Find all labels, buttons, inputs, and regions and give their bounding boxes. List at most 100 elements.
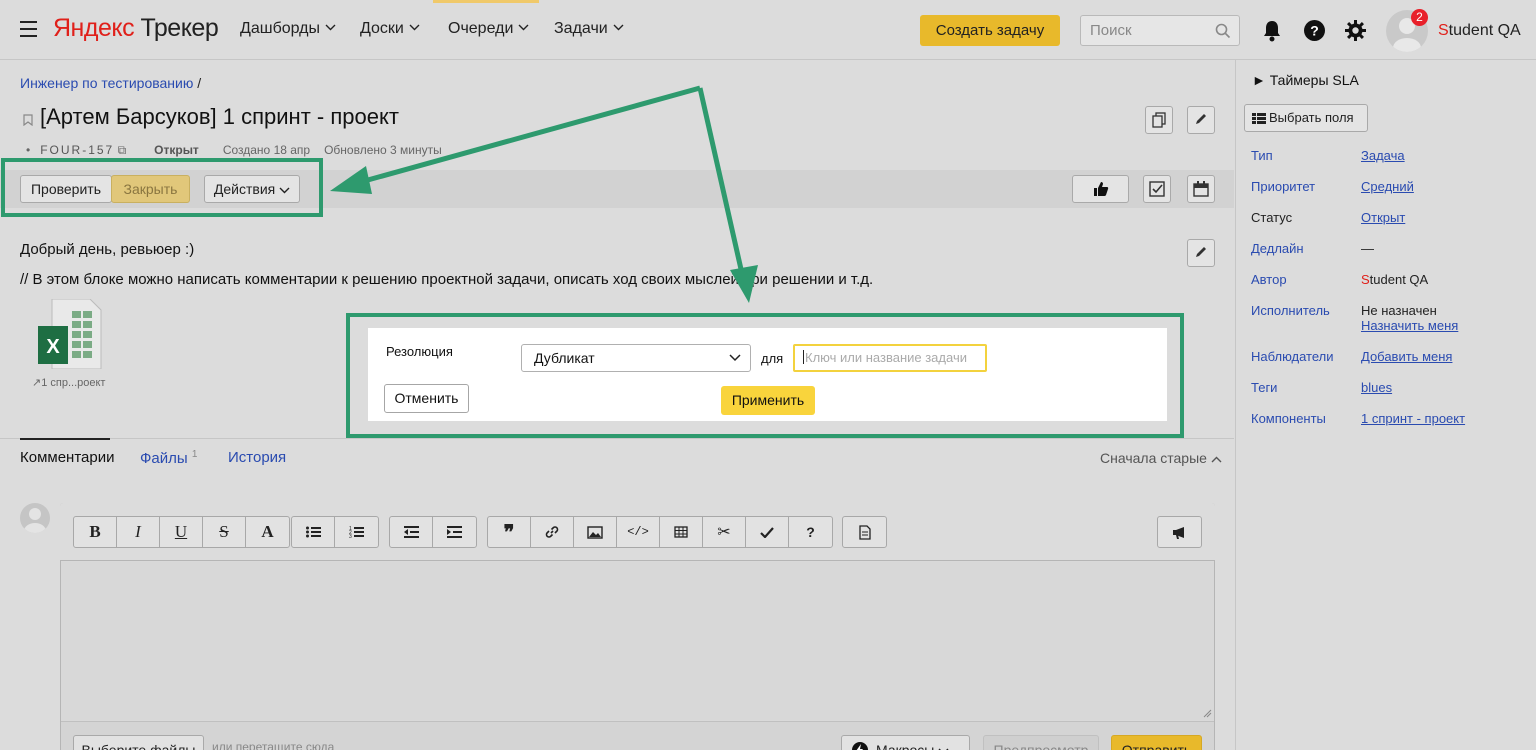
bell-icon[interactable] bbox=[1262, 20, 1282, 42]
description-text: // В этом блоке можно написать комментар… bbox=[20, 271, 874, 288]
field-value-tags[interactable]: blues bbox=[1361, 380, 1392, 395]
logo[interactable]: Яндекс Трекер bbox=[53, 14, 219, 43]
field-label-assignee: Исполнитель bbox=[1251, 303, 1330, 318]
field-value-type[interactable]: Задача bbox=[1361, 148, 1405, 163]
drag-hint: или перетащите сюда bbox=[212, 740, 335, 750]
document-icon[interactable] bbox=[843, 517, 886, 547]
created-date: Создано 18 апр bbox=[222, 143, 311, 157]
annotation-arrow-left bbox=[356, 85, 701, 186]
strikethrough-icon[interactable]: S bbox=[203, 517, 246, 547]
field-value-components[interactable]: 1 спринт - проект bbox=[1361, 411, 1465, 426]
chevron-up-icon bbox=[1211, 456, 1222, 463]
image-icon[interactable] bbox=[574, 517, 617, 547]
field-value-priority[interactable]: Средний bbox=[1361, 179, 1414, 194]
external-link-icon: ↗ bbox=[32, 377, 42, 389]
chevron-down-icon bbox=[729, 354, 741, 362]
search-icon bbox=[1215, 23, 1231, 39]
checklist-button[interactable] bbox=[1143, 175, 1171, 203]
italic-icon[interactable]: I bbox=[117, 517, 160, 547]
bookmark-icon[interactable] bbox=[23, 114, 33, 126]
macros-button[interactable]: Макросы bbox=[841, 735, 970, 750]
breadcrumb[interactable]: Инженер по тестированию / bbox=[20, 75, 201, 91]
tabs-divider bbox=[0, 438, 1234, 439]
pencil-icon bbox=[1196, 247, 1206, 257]
sla-timers-toggle[interactable]: ► Таймеры SLA bbox=[1252, 72, 1359, 88]
edit-title-button[interactable] bbox=[1187, 106, 1215, 134]
like-button[interactable] bbox=[1072, 175, 1129, 203]
chevron-down-icon bbox=[613, 24, 624, 31]
user-name[interactable]: Student QA bbox=[1438, 22, 1521, 40]
nav-tasks[interactable]: Задачи bbox=[554, 20, 624, 38]
copy-icon[interactable]: ⧉ bbox=[118, 143, 127, 157]
cancel-button[interactable]: Отменить bbox=[384, 384, 469, 413]
checkmark-icon[interactable] bbox=[746, 517, 789, 547]
format-group: B I U S A bbox=[73, 516, 290, 548]
for-label: для bbox=[761, 351, 784, 366]
nav-queues[interactable]: Очереди bbox=[448, 20, 529, 38]
comment-avatar bbox=[20, 503, 50, 533]
issue-meta: • FOUR-157 ⧉ Открыт Создано 18 апр Обновлено… bbox=[26, 143, 442, 157]
outdent-icon[interactable] bbox=[390, 517, 433, 547]
resolution-label: Резолюция bbox=[386, 344, 453, 359]
field-value-assignee: Не назначен bbox=[1361, 303, 1437, 318]
bullet-list-icon[interactable] bbox=[292, 517, 335, 547]
duplicate-key-input[interactable]: Ключ или название задачи bbox=[793, 344, 987, 372]
attachment-name[interactable]: ↗1 спр...роект bbox=[32, 376, 105, 389]
status-label: Открыт bbox=[154, 143, 199, 157]
quote-icon[interactable]: ❞ bbox=[488, 517, 531, 547]
text-color-icon[interactable]: A bbox=[246, 517, 289, 547]
preview-button[interactable]: Предпросмотр bbox=[983, 735, 1099, 750]
resolution-select[interactable]: Дубликат bbox=[521, 344, 751, 372]
annotation-frame-toolbar bbox=[1, 158, 323, 217]
issue-key[interactable]: FOUR-157 bbox=[40, 143, 114, 157]
field-value-author[interactable]: Student QA bbox=[1361, 272, 1428, 287]
bold-icon[interactable]: B bbox=[74, 517, 117, 547]
megaphone-icon[interactable] bbox=[1158, 517, 1201, 547]
apply-button[interactable]: Применить bbox=[721, 386, 815, 415]
field-label-author: Автор bbox=[1251, 272, 1287, 287]
help-format-icon[interactable]: ? bbox=[789, 517, 832, 547]
nav-dashboards[interactable]: Дашборды bbox=[240, 20, 336, 38]
template-group bbox=[842, 516, 887, 548]
nav-active-indicator bbox=[433, 0, 539, 3]
table-icon[interactable] bbox=[660, 517, 703, 547]
add-me-watcher-link[interactable]: Добавить меня bbox=[1361, 349, 1452, 364]
svg-text:X: X bbox=[46, 336, 60, 358]
link-icon[interactable] bbox=[531, 517, 574, 547]
send-button[interactable]: Отправить bbox=[1111, 735, 1202, 750]
tab-history[interactable]: История bbox=[228, 449, 286, 466]
assign-me-link[interactable]: Назначить меня bbox=[1361, 318, 1458, 333]
chevron-down-icon bbox=[409, 24, 420, 31]
announce-group bbox=[1157, 516, 1202, 548]
notification-badge: 2 bbox=[1411, 9, 1428, 26]
field-value-deadline[interactable]: — bbox=[1361, 241, 1374, 256]
resize-handle-icon[interactable] bbox=[1203, 709, 1212, 718]
edit-description-button[interactable] bbox=[1187, 239, 1215, 267]
copy-link-button[interactable] bbox=[1145, 106, 1173, 134]
choose-files-button[interactable]: Выберите файлы bbox=[73, 735, 204, 750]
cut-icon[interactable]: ✂ bbox=[703, 517, 746, 547]
menu-icon[interactable] bbox=[20, 21, 37, 37]
create-task-button[interactable]: Создать задачу bbox=[920, 15, 1060, 46]
chevron-down-icon bbox=[325, 24, 336, 31]
excel-file-icon[interactable]: X bbox=[38, 299, 102, 369]
pencil-icon bbox=[1196, 114, 1206, 124]
nav-boards[interactable]: Доски bbox=[360, 20, 420, 38]
calendar-button[interactable] bbox=[1187, 175, 1215, 203]
gear-icon[interactable] bbox=[1345, 20, 1366, 41]
field-value-status[interactable]: Открыт bbox=[1361, 210, 1405, 225]
lightning-icon bbox=[852, 742, 868, 750]
indent-icon[interactable] bbox=[433, 517, 476, 547]
code-icon[interactable]: </> bbox=[617, 517, 660, 547]
choose-fields-button[interactable]: Выбрать поля bbox=[1244, 104, 1368, 132]
tab-files[interactable]: Файлы 1 bbox=[140, 449, 197, 467]
comment-textarea[interactable] bbox=[61, 562, 1214, 720]
field-label-watchers: Наблюдатели bbox=[1251, 349, 1334, 364]
underline-icon[interactable]: U bbox=[160, 517, 203, 547]
help-icon[interactable]: ? bbox=[1304, 20, 1325, 41]
field-label-priority: Приоритет bbox=[1251, 179, 1316, 194]
numbered-list-icon[interactable]: 123 bbox=[335, 517, 378, 547]
search-input[interactable]: Поиск bbox=[1080, 15, 1240, 46]
tab-comments[interactable]: Комментарии bbox=[20, 449, 114, 466]
sort-order-toggle[interactable]: Сначала старые bbox=[1100, 450, 1222, 466]
